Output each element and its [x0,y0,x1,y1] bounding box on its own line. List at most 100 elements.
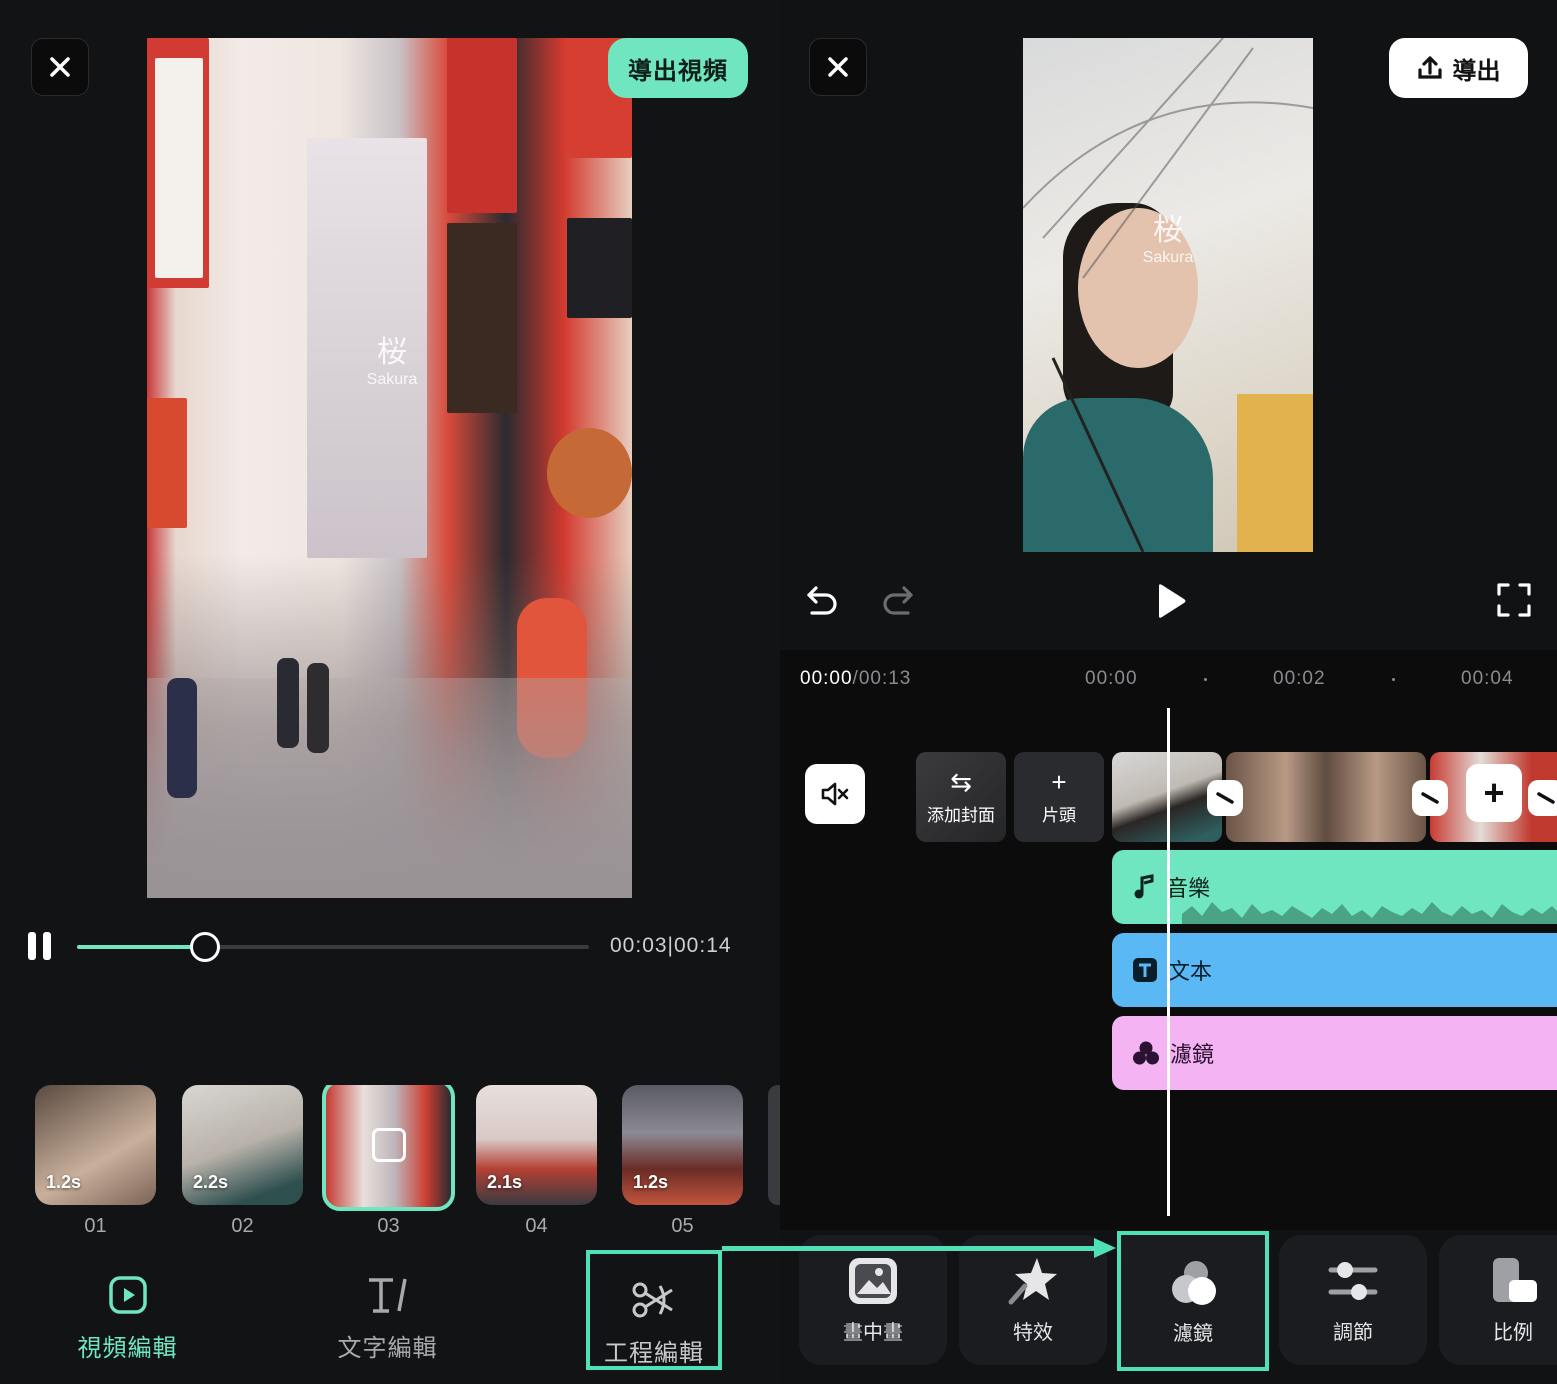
clip-thumbnail[interactable]: 2.2s [182,1085,303,1205]
tool-label: 比例 [1493,1321,1533,1344]
play-icon [1159,584,1186,618]
timeline-tick: 00:02 [1273,668,1326,689]
tool-label: 濾鏡 [1173,1322,1213,1345]
clip-number: 05 [671,1215,694,1237]
timeline-tick: 00:04 [1461,668,1514,689]
tab-label: 視頻編輯 [77,1335,178,1362]
redo-icon [883,586,913,615]
play-button[interactable] [1154,582,1188,625]
right-editor-pane: 桜 Sakura 導出 00:00/00:13 00:00 00:02 00:0… [780,0,1557,1384]
playback-time: 00:03|00:14 [610,934,732,957]
timeline-time: 00:00/00:13 [800,668,911,690]
upload-icon [1417,56,1442,79]
export-button[interactable]: 導出 [1389,38,1528,98]
tab-label: 工程編輯 [604,1340,704,1367]
clip-strip: 1.2s 01 2.2s 02 03 2.1s 04 1.2s 05 [35,1085,780,1245]
tool-label: 調節 [1333,1321,1373,1344]
close-icon [50,57,70,77]
filter-track-label: 濾鏡 [1170,1042,1215,1067]
music-track[interactable]: 音樂 [1112,850,1557,924]
mute-icon [821,782,849,806]
text-cursor-icon [368,1278,407,1313]
tab-label: 文字編輯 [337,1335,438,1362]
transition-icon [1216,792,1234,804]
timeline-tick: 00:00 [1085,668,1138,689]
transition-button[interactable] [1207,780,1243,816]
clip-number: 04 [525,1215,548,1237]
close-button[interactable] [809,38,867,96]
callout-arrow-head [1094,1238,1116,1258]
close-icon [828,57,848,77]
export-label: 導出 [1452,57,1501,85]
watermark-sub: Sakura [366,371,418,388]
mute-button[interactable] [805,764,865,824]
watermark: 桜 Sakura [1135,216,1201,266]
pause-icon [28,932,36,960]
tool-label: 特效 [1013,1321,1053,1344]
text-track[interactable]: 文本 [1112,933,1557,1007]
transition-button[interactable] [1528,780,1557,816]
clip-thumbnail-partial[interactable] [768,1085,780,1205]
fullscreen-icon [1497,583,1531,617]
clip-number: 03 [377,1215,400,1237]
timeline-total: /00:13 [852,668,912,689]
timeline[interactable]: 00:00/00:13 00:00 00:02 00:04 ⇆ 添加封面 + 片… [780,650,1557,1230]
pause-button[interactable] [28,932,54,962]
clip-number: 02 [231,1215,254,1237]
music-note-icon [1134,874,1154,899]
filter-track[interactable]: 濾鏡 [1112,1016,1557,1090]
add-clip-button[interactable]: + [1466,764,1522,822]
left-editor-pane: 桜 Sakura 導出視頻 00:03|00:14 1.2s 01 2.2s 0… [0,0,780,1384]
tool-picture-in-picture[interactable]: 畫中畫 [799,1235,947,1365]
tab-text-edit[interactable]: 文字編輯 [330,1275,445,1363]
filter-circles-icon [1172,1260,1216,1305]
timeline-clip[interactable] [1226,752,1426,842]
plus-icon: + [1483,772,1505,813]
add-intro-button[interactable]: + 片頭 [1014,752,1104,842]
audio-waveform [1182,902,1557,924]
play-square-icon [108,1276,147,1314]
tool-filter[interactable]: 濾鏡 [1117,1231,1269,1371]
timeline-playhead[interactable] [1167,708,1170,1216]
app-root: 桜 Sakura 導出視頻 00:03|00:14 1.2s 01 2.2s 0… [0,0,1557,1384]
tool-effects[interactable]: 特效 [959,1235,1107,1365]
clip-duration: 2.1s [487,1172,523,1192]
transition-button[interactable] [1412,780,1448,816]
watermark-main: 桜 [377,336,407,369]
video-preview: 桜 Sakura [147,38,632,898]
clip-thumbnail[interactable]: 2.1s [476,1085,597,1205]
edit-icon[interactable] [371,1128,406,1162]
clip-duration: 2.2s [193,1172,229,1192]
tool-adjust[interactable]: 調節 [1279,1235,1427,1365]
plus-icon: + [1051,766,1067,797]
tab-project-edit[interactable]: 工程編輯 [586,1250,722,1370]
add-cover-button[interactable]: ⇆ 添加封面 [916,752,1006,842]
umbrella-lines [1023,38,1313,552]
clip-thumbnail-selected[interactable] [322,1085,455,1211]
clip-thumbnail[interactable]: 1.2s [35,1085,156,1205]
aspect-ratio-icon [1493,1257,1537,1302]
playback-slider[interactable] [77,945,589,949]
filter-circles-icon [1133,1041,1159,1065]
tab-video-edit[interactable]: 視頻編輯 [70,1275,185,1363]
export-video-button[interactable]: 導出視頻 [608,38,748,98]
tool-aspect-ratio[interactable]: 比例 [1439,1235,1557,1365]
transition-icon [1421,792,1439,804]
add-cover-label: 添加封面 [927,805,995,825]
tool-label: 畫中畫 [843,1321,903,1344]
tool-bar: 畫中畫 特效 濾鏡 調節 比例 [780,1231,1557,1384]
swap-icon: ⇆ [950,766,972,797]
close-button[interactable] [31,38,89,96]
playback-slider-handle[interactable] [190,932,220,962]
fullscreen-button[interactable] [1496,582,1532,623]
text-track-label: 文本 [1168,959,1213,984]
redo-button[interactable] [880,582,916,623]
clip-duration: 1.2s [633,1172,669,1192]
undo-button[interactable] [804,582,840,623]
video-preview: 桜 Sakura [1023,38,1313,552]
playback-progress [77,945,205,949]
watermark-main: 桜 [1153,214,1183,247]
star-effect-icon [1008,1257,1057,1304]
clip-number: 01 [84,1215,107,1237]
clip-thumbnail[interactable]: 1.2s [622,1085,743,1205]
